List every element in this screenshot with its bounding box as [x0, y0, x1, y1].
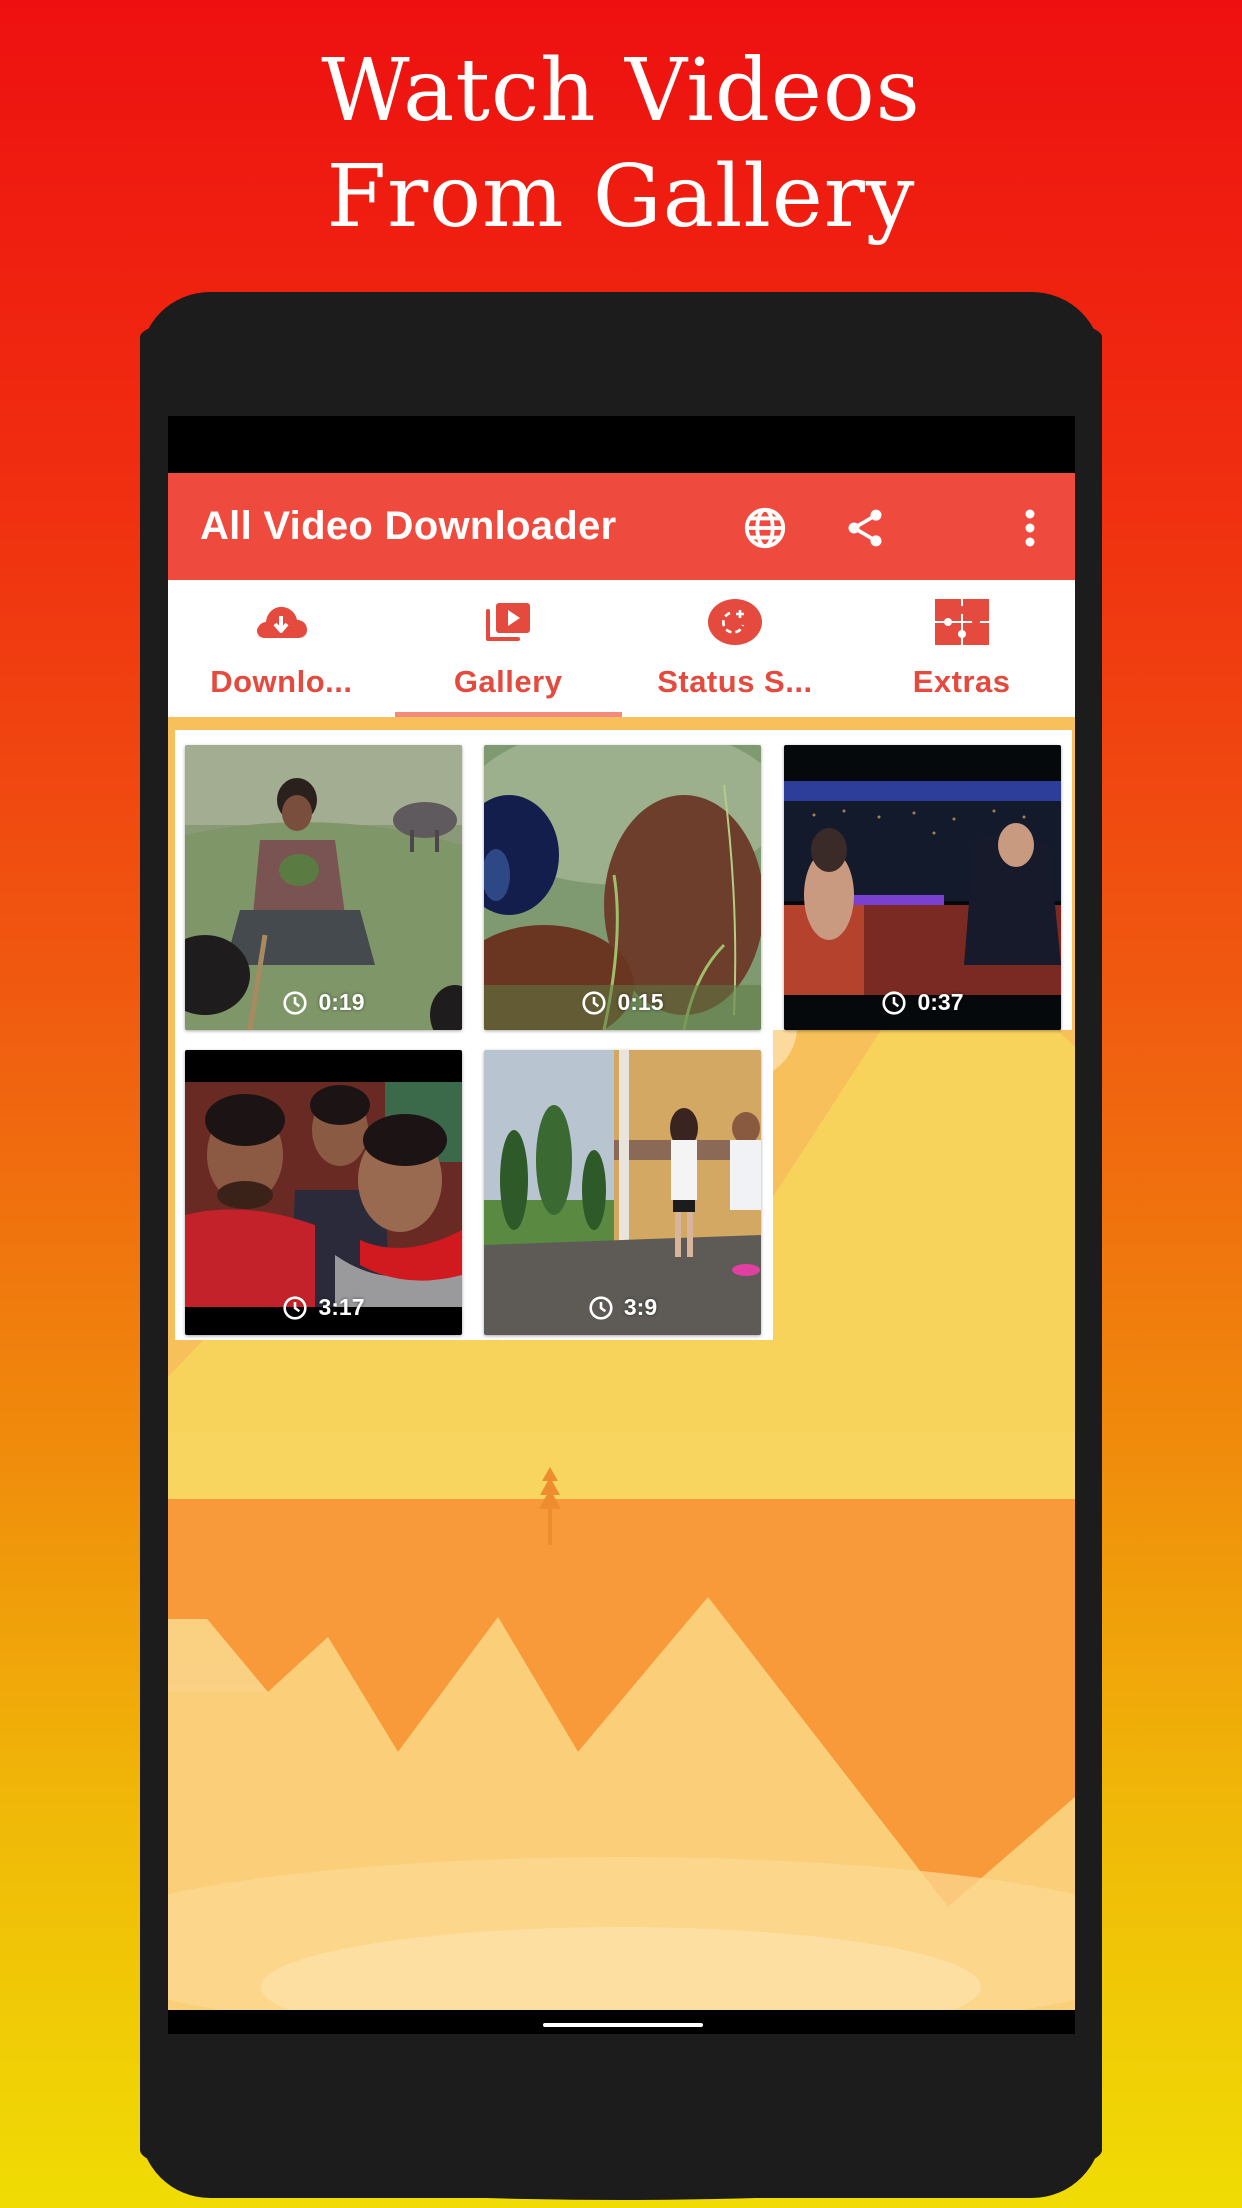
video-thumbnail[interactable]: 3:9 [484, 1050, 761, 1335]
video-thumbnail-image [484, 1050, 761, 1335]
video-duration: 0:37 [784, 989, 1061, 1016]
video-thumbnail-image [784, 745, 1061, 1030]
clock-icon [283, 1295, 308, 1320]
video-thumbnail[interactable]: 0:37 [784, 745, 1061, 1030]
browser-button[interactable] [740, 503, 790, 553]
puzzle-icon [934, 599, 989, 645]
clock-icon [589, 1295, 613, 1320]
share-button[interactable] [840, 503, 890, 553]
clock-icon [882, 990, 907, 1015]
video-duration-text: 0:15 [617, 989, 664, 1015]
tab-status-saver[interactable]: Status S... [622, 580, 849, 717]
tab-gallery[interactable]: Gallery [394, 580, 622, 717]
tab-label: Gallery [453, 664, 563, 699]
status-bar [168, 416, 1075, 473]
tab-extras[interactable]: Extras [848, 580, 1075, 717]
video-thumbnail[interactable]: 0:15 [484, 745, 761, 1030]
gallery-content[interactable]: 0:19 0:15 0:37 3:17 3:9 [168, 717, 1075, 2010]
tab-bar: Downlo... Gallery Status S... Extras [168, 580, 1075, 717]
video-thumbnail-image [185, 1050, 462, 1335]
video-library-icon [486, 603, 531, 641]
app-title: All Video Downloader [200, 504, 617, 548]
video-duration: 0:19 [185, 989, 462, 1016]
globe-icon [744, 507, 786, 549]
video-duration-text: 0:37 [917, 989, 964, 1015]
video-duration-text: 0:19 [318, 989, 365, 1015]
promo-headline: Watch Videos From Gallery [0, 38, 1242, 250]
more-vert-icon [1025, 509, 1035, 547]
home-indicator[interactable] [543, 2023, 703, 2027]
clock-icon [283, 990, 308, 1015]
cloud-download-icon [257, 606, 308, 638]
tab-label: Status S... [657, 664, 813, 699]
video-duration: 3:17 [185, 1294, 462, 1321]
headline-line-1: Watch Videos [321, 41, 921, 141]
tab-label: Downlo... [210, 664, 353, 699]
video-duration: 0:15 [484, 989, 761, 1016]
video-duration: 3:9 [484, 1294, 761, 1321]
video-duration-text: 3:17 [318, 1294, 365, 1320]
more-options-button[interactable] [1010, 503, 1050, 553]
video-thumbnail-image [185, 745, 462, 1030]
phone-screen: All Video Downloader Downlo... Gallery S… [168, 416, 1075, 2034]
headline-line-2: From Gallery [326, 147, 916, 247]
video-thumbnail[interactable]: 0:19 [185, 745, 462, 1030]
video-duration-text: 3:9 [623, 1294, 658, 1320]
tab-label: Extras [912, 664, 1011, 699]
app-toolbar: All Video Downloader [168, 473, 1075, 580]
video-thumbnail[interactable]: 3:17 [185, 1050, 462, 1335]
video-thumbnail-image [484, 745, 761, 1030]
share-icon [848, 509, 882, 547]
phone-top-bezel [140, 292, 1102, 412]
navigation-bar [168, 2010, 1075, 2034]
status-add-icon [707, 599, 762, 645]
tab-downloads[interactable]: Downlo... [168, 580, 395, 717]
clock-icon [582, 990, 607, 1015]
phone-bottom-bezel [140, 2100, 1102, 2200]
